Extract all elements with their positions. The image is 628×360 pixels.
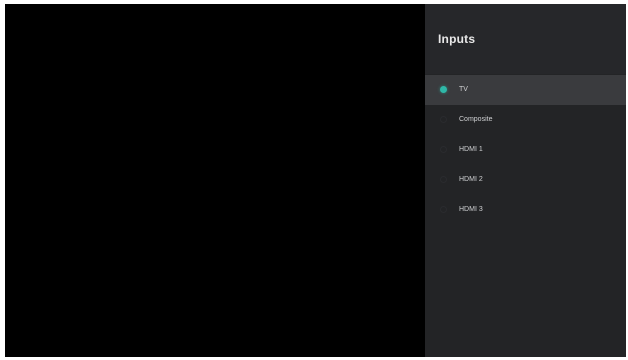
video-preview-area [5, 4, 425, 357]
input-label: TV [459, 86, 468, 93]
input-item-tv[interactable]: TV [425, 75, 626, 105]
input-label: Composite [459, 116, 493, 123]
radio-dot-icon [440, 176, 447, 183]
input-label: HDMI 1 [459, 146, 483, 153]
input-label: HDMI 3 [459, 206, 483, 213]
inputs-panel: Inputs TV Composite HDMI 1 HDMI 2 HDMI 3 [425, 4, 626, 357]
input-list: TV Composite HDMI 1 HDMI 2 HDMI 3 [425, 75, 626, 225]
input-label: HDMI 2 [459, 176, 483, 183]
panel-title: Inputs [438, 32, 476, 46]
radio-dot-icon [440, 206, 447, 213]
radio-dot-icon [440, 86, 447, 93]
panel-header: Inputs [425, 4, 626, 74]
radio-dot-icon [440, 146, 447, 153]
input-item-hdmi-1[interactable]: HDMI 1 [425, 135, 626, 165]
input-item-composite[interactable]: Composite [425, 105, 626, 135]
input-item-hdmi-2[interactable]: HDMI 2 [425, 165, 626, 195]
tv-screen: Inputs TV Composite HDMI 1 HDMI 2 HDMI 3 [5, 4, 626, 357]
input-item-hdmi-3[interactable]: HDMI 3 [425, 195, 626, 225]
radio-dot-icon [440, 116, 447, 123]
